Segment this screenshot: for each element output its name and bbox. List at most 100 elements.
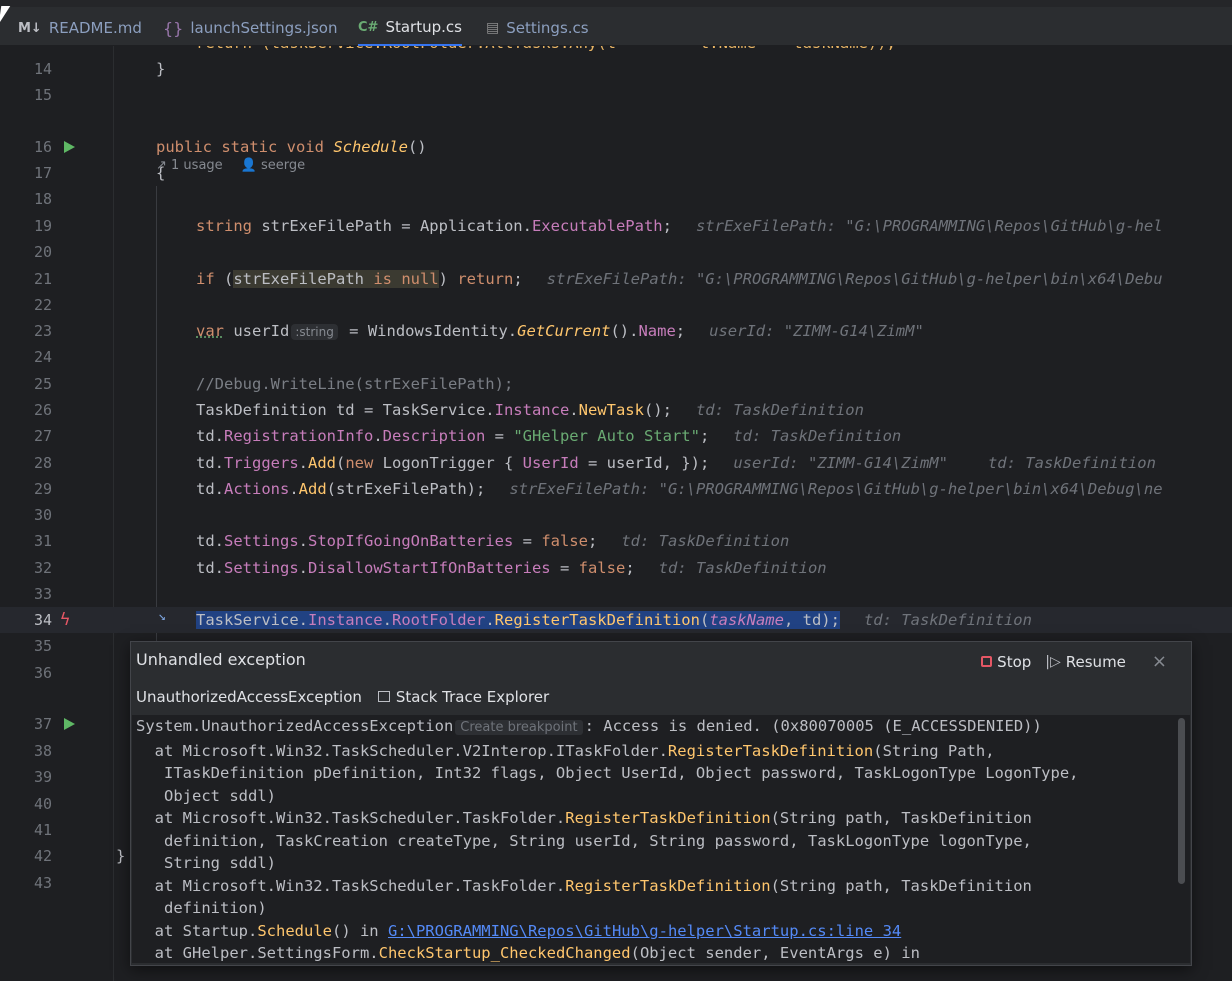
json-file-icon: {} xyxy=(163,18,184,38)
debug-value-hint: userId: "ZIMM-G14\ZimM" xyxy=(709,322,924,340)
line-number: 40 xyxy=(33,795,52,813)
popup-actions: Stop |▷ Resume × xyxy=(981,651,1167,672)
line-number: 15 xyxy=(33,86,52,104)
close-icon[interactable]: × xyxy=(1152,651,1167,672)
trace-line: String sddl) xyxy=(136,854,276,872)
code-text: td.Actions.Add(strExeFilePath); strExeFil… xyxy=(196,480,1163,498)
trace-line: at Microsoft.Win32.TaskScheduler.V2Inter… xyxy=(136,741,995,760)
code-line-33: 33 xyxy=(0,581,1232,607)
line-number: 30 xyxy=(33,506,52,524)
title-strip xyxy=(0,0,1232,7)
line-number: 19 xyxy=(33,217,52,235)
code-line-32: 32 td.Settings.DisallowStartIfOnBatterie… xyxy=(0,555,1232,581)
code-line-18: 18 xyxy=(0,186,1232,212)
stack-trace-view[interactable]: System.UnauthorizedAccessException Create… xyxy=(132,715,1190,963)
code-line-20: 20 xyxy=(0,239,1232,265)
code-text: { xyxy=(156,164,166,182)
form-file-icon: ▤ xyxy=(486,20,500,36)
debug-value-hint: td: TaskDefinition xyxy=(695,401,864,419)
tab-settings-cs[interactable]: ▤ Settings.cs xyxy=(486,10,589,46)
line-number: 35 xyxy=(33,637,52,655)
line-number: 17 xyxy=(33,164,52,182)
code-text: string strExeFilePath = Application.Exec… xyxy=(196,217,1163,235)
code-line-21: 21 if (strExeFilePath is null) return; st… xyxy=(0,266,1232,292)
code-text: td.RegistrationInfo.Description = "GHelp… xyxy=(196,427,902,445)
stack-trace-icon xyxy=(377,691,390,702)
code-line-29: 29 td.Actions.Add(strExeFilePath); strExe… xyxy=(0,476,1232,502)
stop-button[interactable]: Stop xyxy=(981,653,1031,671)
tab-label: Startup.cs xyxy=(385,18,462,36)
debug-value-hint: td: TaskDefinition xyxy=(733,427,902,445)
exception-subheader: UnauthorizedAccessException Stack Trace … xyxy=(136,688,549,706)
resume-button[interactable]: |▷ Resume xyxy=(1045,653,1126,671)
line-number: 32 xyxy=(33,559,52,577)
line-number: 14 xyxy=(33,60,52,78)
code-line-25: 25 //Debug.WriteLine(strExeFilePath); xyxy=(0,371,1232,397)
exception-breakpoint-icon[interactable]: ϟ xyxy=(60,610,70,630)
line-number: 38 xyxy=(33,742,52,760)
line-number: 43 xyxy=(33,874,52,892)
tab-label: Settings.cs xyxy=(506,19,589,37)
mouse-pointer-icon xyxy=(0,6,11,24)
code-text: public static void Schedule() xyxy=(156,138,427,156)
trace-line: at Startup.Schedule() in G:\PROGRAMMING\… xyxy=(136,921,902,940)
type-inlay-hint: :string xyxy=(291,324,338,340)
tab-readme[interactable]: M↓ README.md xyxy=(18,10,142,46)
trace-line: at Microsoft.Win32.TaskScheduler.TaskFol… xyxy=(136,876,1032,895)
code-comment: //Debug.WriteLine(strExeFilePath); xyxy=(196,375,514,393)
run-method-icon[interactable] xyxy=(64,718,75,730)
code-text: TaskService.Instance.RootFolder.Register… xyxy=(196,611,1032,629)
code-line-16: 16 public static void Schedule() xyxy=(0,134,1232,160)
source-location-link[interactable]: G:\PROGRAMMING\Repos\GitHub\g-helper\Sta… xyxy=(388,922,901,940)
line-number: 16 xyxy=(33,138,52,156)
code-line-19: 19 string strExeFilePath = Application.E… xyxy=(0,213,1232,239)
line-number: 29 xyxy=(33,480,52,498)
execution-pointer-icon: ↘ xyxy=(158,609,166,624)
tab-startup-cs[interactable]: C# Startup.cs xyxy=(358,10,462,46)
editor-tab-bar: M↓ README.md {} launchSettings.json C# S… xyxy=(0,0,1232,46)
code-text: td.Settings.DisallowStartIfOnBatteries =… xyxy=(196,559,827,577)
line-number: 22 xyxy=(33,296,52,314)
resume-label: Resume xyxy=(1065,652,1126,671)
trace-line: System.UnauthorizedAccessException Create… xyxy=(136,717,1042,735)
code-line-26: 26 TaskDefinition td = TaskService.Insta… xyxy=(0,397,1232,423)
line-number: 37 xyxy=(33,715,52,733)
line-number: 18 xyxy=(33,190,52,208)
line-number: 26 xyxy=(33,401,52,419)
code-text: } xyxy=(116,847,126,865)
debug-value-hint: strExeFilePath: "G:\PROGRAMMING\Repos\Gi… xyxy=(509,480,1163,498)
debug-value-hint: td: TaskDefinition xyxy=(863,611,1032,629)
debug-value-hint: strExeFilePath: "G:\PROGRAMMING\Repos\Gi… xyxy=(546,270,1163,288)
exception-type-label: UnauthorizedAccessException xyxy=(136,688,362,706)
trace-line: at GHelper.SettingsForm.CheckStartup_Che… xyxy=(136,944,920,962)
line-number: 25 xyxy=(33,375,52,393)
markdown-file-icon: M↓ xyxy=(18,20,42,36)
tab-launch-settings[interactable]: {} launchSettings.json xyxy=(163,10,337,46)
code-text: } xyxy=(156,60,166,78)
trace-line: ITaskDefinition pDefinition, Int32 flags… xyxy=(136,764,1079,782)
debug-value-hint: strExeFilePath: "G:\PROGRAMMING\Repos\Gi… xyxy=(695,217,1163,235)
code-line-31: 31 td.Settings.StopIfGoingOnBatteries = … xyxy=(0,528,1232,554)
trace-line: definition, TaskCreation createType, Str… xyxy=(136,831,1032,850)
unhandled-exception-popup: Unhandled exception Stop |▷ Resume × Una… xyxy=(130,641,1192,966)
trace-scrollbar[interactable] xyxy=(1178,718,1185,884)
line-number: 23 xyxy=(33,322,52,340)
line-number: 31 xyxy=(33,532,52,550)
code-line-13: return (taskService.RootFolder.AllTasks.… xyxy=(0,46,1232,56)
line-number: 42 xyxy=(33,847,52,865)
line-number: 20 xyxy=(33,243,52,261)
debug-value-hint: td: TaskDefinition xyxy=(987,454,1156,472)
line-number: 24 xyxy=(33,348,52,366)
stack-trace-explorer-link[interactable]: Stack Trace Explorer xyxy=(377,688,549,706)
run-method-icon[interactable] xyxy=(64,141,75,153)
code-line-30: 30 xyxy=(0,502,1232,528)
code-line-15: 15 xyxy=(0,82,1232,108)
debug-value-hint: td: TaskDefinition xyxy=(658,559,827,577)
tab-label: README.md xyxy=(48,19,142,37)
code-line-14: 14 } xyxy=(0,56,1232,82)
code-text: if (strExeFilePath is null) return; strEx… xyxy=(196,270,1163,288)
code-text: td.Triggers.Add(new LogonTrigger { UserI… xyxy=(196,454,1156,472)
code-text: var userId:string = WindowsIdentity.GetC… xyxy=(196,322,924,340)
resume-icon: |▷ xyxy=(1045,653,1061,670)
trace-line: at Microsoft.Win32.TaskScheduler.TaskFol… xyxy=(136,809,1032,827)
